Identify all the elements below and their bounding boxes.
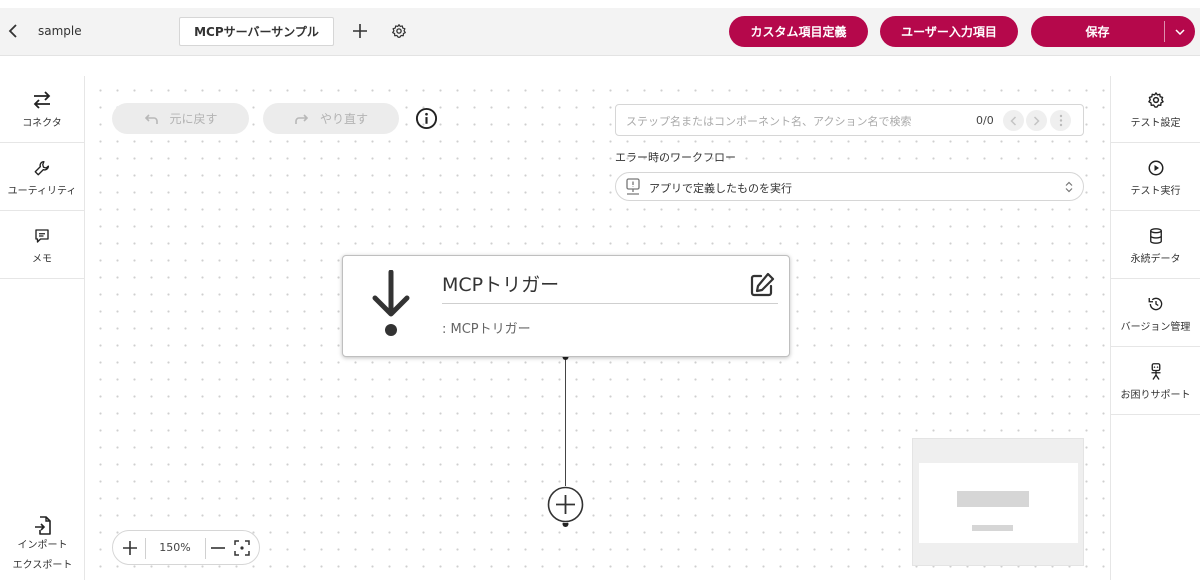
zoom-out-button[interactable]	[207, 537, 229, 559]
file-import-icon	[33, 516, 53, 536]
node-title: MCPトリガー	[442, 274, 560, 296]
search-next-button[interactable]	[1026, 110, 1047, 131]
add-step-button[interactable]	[547, 486, 584, 523]
redo-label: やり直す	[319, 112, 368, 126]
error-workflow-value: アプリで定義したものを実行	[649, 182, 792, 195]
sidebar-item-label: コネクタ	[22, 117, 62, 129]
add-tab-button[interactable]	[349, 20, 371, 42]
tab-mcp-server-sample[interactable]: MCPサーバーサンプル	[179, 17, 334, 46]
save-button[interactable]: 保存	[1031, 16, 1164, 47]
database-icon	[1146, 226, 1166, 246]
step-search-input[interactable]	[626, 111, 966, 131]
sidebar-item-label: 永続データ	[1130, 253, 1181, 265]
sidebar-item-label: バージョン管理	[1120, 321, 1191, 333]
sidebar-item-persistent-data[interactable]: 永続データ	[1111, 212, 1200, 279]
zoom-divider	[205, 538, 206, 559]
sidebar-item-label: ユーティリティ	[7, 185, 77, 197]
undo-button[interactable]: 元に戻す	[112, 103, 249, 134]
zoom-control: 150%	[112, 530, 260, 565]
edit-icon	[750, 272, 775, 297]
undo-icon	[145, 113, 159, 124]
left-sidebar: コネクタ ユーティリティ メモ インポート エクスポート	[0, 76, 85, 580]
chevron-left-icon	[1010, 115, 1017, 126]
redo-button[interactable]: やり直す	[263, 103, 399, 134]
save-button-group: 保存	[1031, 16, 1195, 47]
undo-label: 元に戻す	[169, 112, 218, 126]
chevron-down-icon	[1175, 28, 1185, 35]
edit-node-button[interactable]	[747, 270, 777, 300]
zoom-level: 150%	[159, 541, 191, 554]
gear-icon	[1146, 90, 1166, 110]
back-button[interactable]	[4, 21, 22, 41]
zoom-in-button[interactable]	[119, 537, 141, 559]
zoom-divider	[145, 538, 146, 559]
select-updown-icon	[1065, 181, 1073, 193]
gear-icon	[392, 24, 406, 38]
plus-icon	[353, 24, 367, 38]
more-vertical-icon	[1059, 114, 1062, 127]
tab-settings-button[interactable]	[390, 22, 408, 40]
step-search-box: 0/0	[615, 104, 1084, 136]
search-result-count: 0/0	[976, 114, 994, 127]
import-label: インポート	[17, 540, 68, 551]
play-circle-icon	[1146, 158, 1166, 178]
info-button[interactable]	[415, 107, 438, 130]
custom-fields-button[interactable]: カスタム項目定義	[729, 16, 868, 47]
error-workflow-select[interactable]: アプリで定義したものを実行	[615, 172, 1084, 201]
export-label: エクスポート	[12, 560, 73, 571]
history-icon	[1146, 294, 1166, 314]
workflow-canvas[interactable]: 元に戻す やり直す 0/0 エラー時のワークフロー アプリで定義したものを実行 …	[86, 76, 1110, 580]
memo-icon	[32, 226, 52, 246]
node-divider	[442, 303, 778, 304]
fit-view-icon	[234, 540, 250, 556]
plus-circle-icon	[547, 486, 584, 523]
sidebar-item-version-control[interactable]: バージョン管理	[1111, 280, 1200, 347]
sidebar-item-label: メモ	[32, 253, 52, 265]
arrow-down-icon	[372, 270, 410, 336]
wrench-icon	[32, 158, 52, 178]
sidebar-item-label: お困りサポート	[1120, 389, 1191, 401]
plus-icon	[123, 541, 137, 555]
top-bar: sample MCPサーバーサンプル カスタム項目定義 ユーザー入力項目 保存	[0, 8, 1200, 56]
sidebar-item-memo[interactable]: メモ	[0, 212, 84, 279]
sidebar-item-support[interactable]: お困りサポート	[1111, 348, 1200, 415]
chevron-left-icon	[8, 24, 17, 38]
fit-view-button[interactable]	[231, 537, 253, 559]
user-input-button[interactable]: ユーザー入力項目	[880, 16, 1018, 47]
sidebar-item-label: テスト設定	[1130, 117, 1181, 129]
app-name: sample	[38, 24, 82, 38]
search-prev-button[interactable]	[1003, 110, 1024, 131]
sidebar-item-utility[interactable]: ユーティリティ	[0, 144, 84, 211]
sidebar-item-label: テスト実行	[1130, 185, 1181, 197]
trigger-node-card[interactable]: MCPトリガー : MCPトリガー	[342, 255, 790, 357]
minimap-node	[957, 491, 1029, 507]
minimap[interactable]	[912, 438, 1084, 566]
minus-icon	[211, 547, 225, 549]
arrows-exchange-icon	[32, 90, 52, 110]
support-icon	[1146, 362, 1166, 382]
chevron-right-icon	[1033, 115, 1040, 126]
import-export-button[interactable]: インポート エクスポート	[0, 516, 85, 580]
sidebar-item-test-settings[interactable]: テスト設定	[1111, 76, 1200, 143]
sidebar-item-connector[interactable]: コネクタ	[0, 76, 84, 143]
redo-icon	[295, 113, 309, 124]
node-subtitle: : MCPトリガー	[442, 322, 531, 337]
info-icon	[415, 107, 438, 130]
right-sidebar: テスト設定 テスト実行 永続データ バージョン管理 お困りサポート	[1110, 76, 1200, 580]
app-workflow-icon	[626, 178, 640, 195]
sidebar-item-test-run[interactable]: テスト実行	[1111, 144, 1200, 211]
error-workflow-label: エラー時のワークフロー	[615, 151, 736, 164]
save-dropdown-button[interactable]	[1165, 16, 1195, 47]
search-options-button[interactable]	[1050, 110, 1071, 131]
minimap-node	[972, 525, 1013, 531]
